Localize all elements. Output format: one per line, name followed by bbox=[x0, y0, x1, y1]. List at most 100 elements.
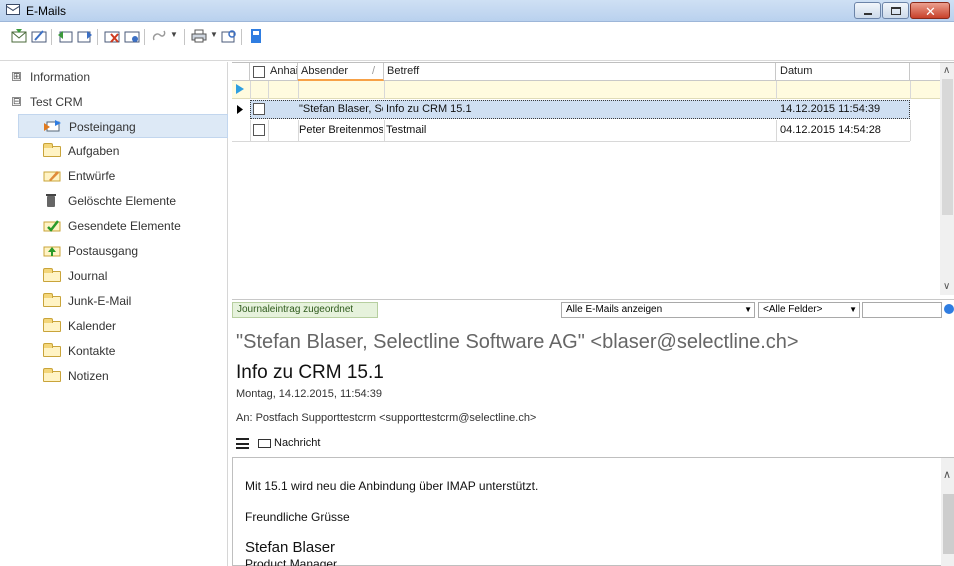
row-divider bbox=[232, 141, 910, 142]
reading-pane-icon[interactable] bbox=[248, 29, 264, 43]
mail-filter-select[interactable]: Alle E-Mails anzeigen ▼ bbox=[561, 302, 755, 318]
maximize-icon bbox=[891, 7, 901, 15]
nav-item-label: Postausgang bbox=[68, 244, 139, 258]
nav-item-notizen[interactable]: Notizen bbox=[18, 364, 228, 388]
toolbar-divider bbox=[0, 60, 954, 61]
toolbar: ▼ ▼ bbox=[0, 22, 954, 62]
envelope-icon bbox=[258, 439, 271, 448]
column-divider bbox=[298, 120, 299, 141]
row-checkbox[interactable] bbox=[253, 103, 265, 115]
column-divider bbox=[776, 81, 777, 99]
nav-item-posteingang[interactable]: Posteingang bbox=[18, 114, 228, 138]
scrollbar-thumb[interactable] bbox=[942, 79, 953, 215]
row-indicator-header bbox=[232, 63, 250, 81]
cell-date: 04.12.2015 14:54:28 bbox=[780, 124, 881, 136]
column-header-label: Absender bbox=[301, 65, 349, 77]
nav-item-label: Junk-E-Mail bbox=[68, 294, 132, 308]
chevron-down-icon: ▼ bbox=[744, 305, 752, 314]
nav-item-journal[interactable]: Journal bbox=[18, 264, 228, 288]
nav-group-test-crm[interactable]: ⊟ Test CRM bbox=[8, 91, 228, 113]
column-header-date[interactable]: Datum bbox=[776, 63, 910, 81]
message-recipient: An: Postfach Supporttestcrm <supporttest… bbox=[236, 412, 537, 424]
minimize-button[interactable] bbox=[854, 2, 881, 19]
drafts-icon bbox=[43, 171, 61, 182]
message-subject: Info zu CRM 15.1 bbox=[236, 362, 384, 383]
grid-status-bar: Journaleintrag zugeordnet Alle E-Mails a… bbox=[232, 299, 954, 319]
nav-item-label: Notizen bbox=[68, 369, 109, 383]
mail-edit-icon[interactable] bbox=[31, 29, 47, 43]
menu-icon[interactable] bbox=[236, 438, 249, 449]
nav-item-geloeschte-elemente[interactable]: Gelöschte Elemente bbox=[18, 189, 228, 213]
table-row[interactable]: Peter Breitenmose Testmail 04.12.2015 14… bbox=[232, 120, 940, 141]
column-divider bbox=[384, 81, 385, 99]
nav-item-aufgaben[interactable]: Aufgaben bbox=[18, 139, 228, 163]
cell-date: 14.12.2015 11:54:39 bbox=[780, 103, 881, 115]
outbox-icon bbox=[43, 246, 61, 257]
column-divider bbox=[250, 81, 251, 99]
search-options-icon[interactable] bbox=[944, 304, 954, 314]
cell-subject: Testmail bbox=[386, 124, 427, 136]
body-vertical-scrollbar[interactable]: ∧ bbox=[941, 458, 954, 566]
column-divider bbox=[298, 81, 299, 99]
nav-item-postausgang[interactable]: Postausgang bbox=[18, 239, 228, 263]
folder-icon bbox=[43, 368, 61, 382]
expand-icon[interactable]: ⊞ bbox=[12, 72, 21, 81]
nav-group-label: Information bbox=[30, 70, 91, 84]
field-filter-select[interactable]: <Alle Felder> ▼ bbox=[758, 302, 860, 318]
journal-status-badge: Journaleintrag zugeordnet bbox=[232, 302, 378, 318]
nav-item-junk-e-mail[interactable]: Junk-E-Mail bbox=[18, 289, 228, 313]
toolbar-separator bbox=[144, 29, 145, 45]
forward-icon[interactable] bbox=[77, 29, 93, 43]
nav-item-entwuerfe[interactable]: Entwürfe bbox=[18, 164, 228, 188]
nav-item-label: Gesendete Elemente bbox=[68, 219, 181, 233]
column-header-attachment[interactable]: Anhai bbox=[268, 63, 298, 81]
chevron-down-icon: ▼ bbox=[849, 305, 857, 314]
nav-group-label: Test CRM bbox=[30, 95, 83, 109]
scroll-up-icon[interactable]: ∧ bbox=[943, 65, 950, 76]
column-header-subject[interactable]: Betreff bbox=[384, 63, 776, 81]
folder-icon bbox=[43, 143, 61, 157]
cell-subject: Info zu CRM 15.1 bbox=[386, 103, 472, 115]
print-icon[interactable] bbox=[191, 29, 207, 43]
mail-search-icon[interactable] bbox=[221, 29, 237, 43]
sort-indicator-icon: / bbox=[372, 65, 376, 77]
field-filter-value: <Alle Felder> bbox=[763, 304, 823, 315]
nav-item-label: Kontakte bbox=[68, 344, 116, 358]
folder-icon bbox=[43, 318, 61, 332]
delete-mail-icon[interactable] bbox=[104, 29, 120, 43]
message-body: Mit 15.1 wird neu die Anbindung über IMA… bbox=[232, 457, 954, 566]
chevron-down-icon[interactable]: ▼ bbox=[210, 30, 218, 39]
scroll-down-icon[interactable]: ∨ bbox=[943, 281, 950, 292]
collapse-icon[interactable]: ⊟ bbox=[12, 97, 21, 106]
tab-nachricht[interactable]: Nachricht bbox=[274, 437, 320, 449]
receive-mail-icon[interactable] bbox=[11, 29, 27, 43]
grid-filter-row[interactable] bbox=[232, 81, 940, 99]
row-checkbox[interactable] bbox=[253, 124, 265, 136]
nav-item-gesendete-elemente[interactable]: Gesendete Elemente bbox=[18, 214, 228, 238]
table-row[interactable]: "Stefan Blaser, Se Info zu CRM 15.1 14.1… bbox=[232, 99, 940, 120]
chevron-down-icon[interactable]: ▼ bbox=[170, 30, 178, 39]
current-row-indicator-icon bbox=[237, 105, 243, 114]
move-mail-icon[interactable] bbox=[124, 29, 140, 43]
scroll-up-icon[interactable]: ∧ bbox=[943, 468, 951, 481]
sent-icon bbox=[43, 220, 61, 232]
signature-role: Product Manager bbox=[245, 557, 338, 566]
search-input[interactable] bbox=[862, 302, 942, 318]
nav-group-information[interactable]: ⊞ Information bbox=[8, 66, 228, 88]
grid-vertical-scrollbar[interactable]: ∧ ∨ bbox=[940, 63, 954, 295]
link-icon[interactable] bbox=[151, 29, 167, 43]
column-header-sender[interactable]: Absender / bbox=[298, 63, 384, 81]
reply-icon[interactable] bbox=[57, 29, 73, 43]
nav-item-label: Aufgaben bbox=[68, 144, 120, 158]
maximize-button[interactable] bbox=[882, 2, 909, 19]
toolbar-separator bbox=[51, 29, 52, 45]
column-divider bbox=[384, 120, 385, 141]
nav-item-label: Gelöschte Elemente bbox=[68, 194, 177, 208]
select-all-checkbox[interactable] bbox=[253, 66, 265, 78]
scrollbar-thumb[interactable] bbox=[943, 494, 954, 554]
close-icon: ✕ bbox=[925, 4, 936, 19]
nav-item-kontakte[interactable]: Kontakte bbox=[18, 339, 228, 363]
folder-icon bbox=[43, 268, 61, 282]
nav-item-kalender[interactable]: Kalender bbox=[18, 314, 228, 338]
close-button[interactable]: ✕ bbox=[910, 2, 950, 19]
